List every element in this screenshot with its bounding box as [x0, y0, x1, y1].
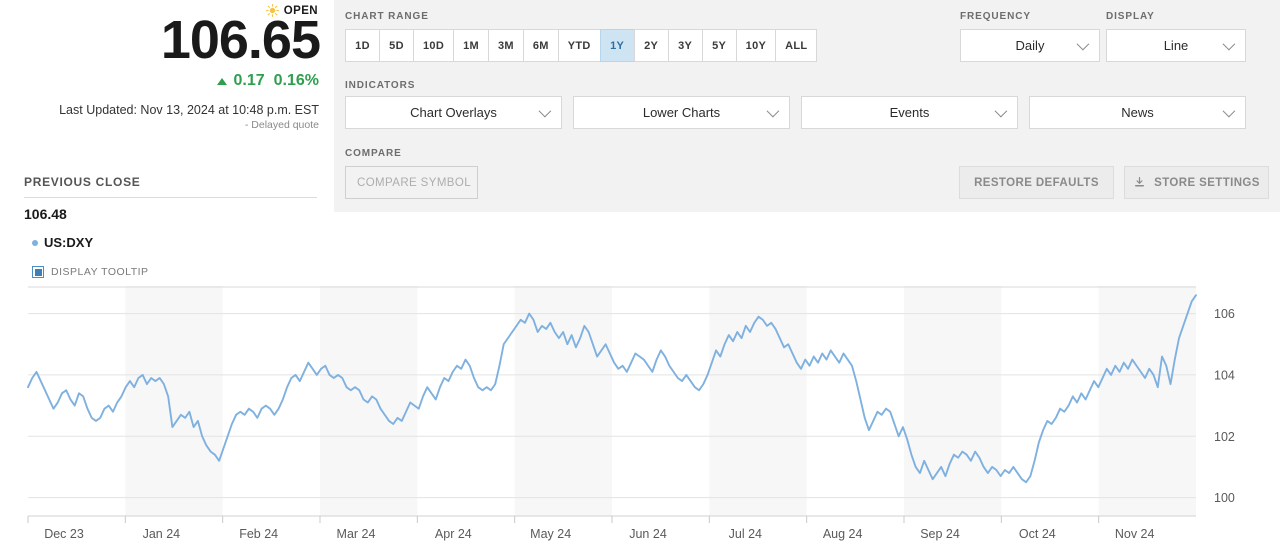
x-axis-tick-label: Oct 24	[1019, 527, 1056, 541]
series-label: US:DXY	[44, 235, 94, 250]
restore-defaults-button[interactable]: RESTORE DEFAULTS	[959, 166, 1114, 199]
delayed-quote-note: - Delayed quote	[244, 119, 319, 131]
range-button-5d[interactable]: 5D	[379, 29, 413, 62]
chevron-down-icon	[1222, 104, 1236, 118]
display-label: DISPLAY	[1106, 11, 1155, 22]
indicators-label: INDICATORS	[345, 80, 416, 91]
events-value: Events	[889, 105, 930, 120]
compare-symbol-placeholder: COMPARE SYMBOL	[357, 176, 472, 189]
range-button-3y[interactable]: 3Y	[667, 29, 702, 62]
month-band	[709, 286, 807, 516]
lower-charts-dropdown[interactable]: Lower Charts	[573, 96, 790, 129]
month-band	[904, 286, 1002, 516]
x-axis-tick-label: Sep 24	[920, 527, 960, 541]
range-button-5y[interactable]: 5Y	[701, 29, 736, 62]
x-axis-tick-label: Mar 24	[337, 527, 376, 541]
last-updated-text: Last Updated: Nov 13, 2024 at 10:48 p.m.…	[59, 103, 319, 117]
compare-label: COMPARE	[345, 148, 402, 159]
x-axis-tick-label: Apr 24	[435, 527, 472, 541]
chevron-down-icon	[1076, 37, 1090, 51]
range-button-10y[interactable]: 10Y	[735, 29, 776, 62]
previous-close-label: PREVIOUS CLOSE	[24, 175, 141, 189]
news-dropdown[interactable]: News	[1029, 96, 1246, 129]
caret-up-icon	[217, 77, 228, 85]
y-axis-tick-label: 102	[1214, 430, 1235, 444]
x-axis-tick-label: Feb 24	[239, 527, 278, 541]
chart-range-label: CHART RANGE	[345, 11, 429, 22]
x-axis-tick-label: Nov 24	[1115, 527, 1155, 541]
chevron-down-icon	[538, 104, 552, 118]
stock-chart-page: OPEN 106.65 0.17 0.16% Last Updated: Nov…	[0, 0, 1280, 558]
x-axis-tick-label: Jan 24	[143, 527, 181, 541]
price-change-row: 0.17 0.16%	[217, 72, 319, 90]
restore-defaults-label: RESTORE DEFAULTS	[974, 176, 1099, 189]
month-band	[125, 286, 223, 516]
range-button-1m[interactable]: 1M	[453, 29, 488, 62]
x-axis-tick-label: Dec 23	[44, 527, 84, 541]
display-value: Line	[1163, 38, 1189, 53]
range-button-all[interactable]: ALL	[775, 29, 818, 62]
range-button-3m[interactable]: 3M	[487, 29, 523, 62]
frequency-label: FREQUENCY	[960, 11, 1031, 22]
x-axis-tick-label: Aug 24	[823, 527, 863, 541]
frequency-dropdown[interactable]: Daily	[960, 29, 1100, 62]
quote-panel: OPEN 106.65 0.17 0.16% Last Updated: Nov…	[0, 0, 340, 286]
y-axis-tick-label: 106	[1214, 307, 1235, 321]
month-band	[1098, 286, 1196, 516]
x-axis-tick-label: Jun 24	[629, 527, 667, 541]
chart-range-button-group: 1D 5D 10D 1M 3M 6M YTD 1Y 2Y 3Y 5Y 10Y ALL	[345, 29, 818, 62]
legend-series-us-dxy[interactable]: US:DXY	[32, 235, 93, 250]
store-settings-label: STORE SETTINGS	[1154, 176, 1260, 189]
frequency-value: Daily	[1015, 38, 1045, 53]
current-price: 106.65	[160, 10, 321, 70]
range-button-10d[interactable]: 10D	[413, 29, 454, 62]
series-color-dot	[32, 239, 38, 246]
chart-overlays-value: Chart Overlays	[410, 105, 497, 120]
x-axis-tick-label: Jul 24	[729, 527, 762, 541]
range-button-1y[interactable]: 1Y	[599, 29, 634, 62]
range-button-6m[interactable]: 6M	[522, 29, 558, 62]
download-icon	[1133, 176, 1146, 189]
price-change-percent: 0.16%	[273, 72, 319, 89]
display-tooltip-toggle[interactable]: DISPLAY TOOLTIP	[32, 266, 149, 278]
store-settings-button[interactable]: STORE SETTINGS	[1124, 166, 1269, 199]
display-dropdown[interactable]: Line	[1106, 29, 1246, 62]
lower-charts-value: Lower Charts	[642, 105, 721, 120]
chevron-down-icon	[994, 104, 1008, 118]
y-axis-tick-label: 100	[1214, 491, 1235, 505]
chart-canvas[interactable]: 100 102 104 106 Dec 23 Jan 24 Feb 24 Mar 24 Apr …	[0, 286, 1280, 558]
chart-toolbar: CHART RANGE 1D 5D 10D 1M 3M 6M YTD 1Y 2Y 3Y 5Y 10Y A…	[334, 0, 1280, 212]
chart-overlays-dropdown[interactable]: Chart Overlays	[345, 96, 562, 129]
divider	[24, 197, 317, 198]
price-chart[interactable]: 100 102 104 106 Dec 23 Jan 24 Feb 24 Mar 24 Apr …	[0, 286, 1280, 558]
range-button-1d[interactable]: 1D	[345, 29, 379, 62]
month-band	[514, 286, 612, 516]
compare-symbol-input[interactable]: COMPARE SYMBOL	[345, 166, 478, 199]
display-tooltip-label: DISPLAY TOOLTIP	[51, 266, 149, 278]
chevron-down-icon	[766, 104, 780, 118]
checkbox-icon[interactable]	[32, 266, 44, 278]
range-button-2y[interactable]: 2Y	[633, 29, 668, 62]
y-axis-tick-label: 104	[1214, 368, 1235, 382]
range-button-ytd[interactable]: YTD	[557, 29, 600, 62]
news-value: News	[1121, 105, 1154, 120]
chevron-down-icon	[1222, 37, 1236, 51]
x-axis-tick-label: May 24	[530, 527, 571, 541]
previous-close-value: 106.48	[24, 206, 67, 222]
events-dropdown[interactable]: Events	[801, 96, 1018, 129]
price-change-value: 0.17	[233, 72, 265, 89]
